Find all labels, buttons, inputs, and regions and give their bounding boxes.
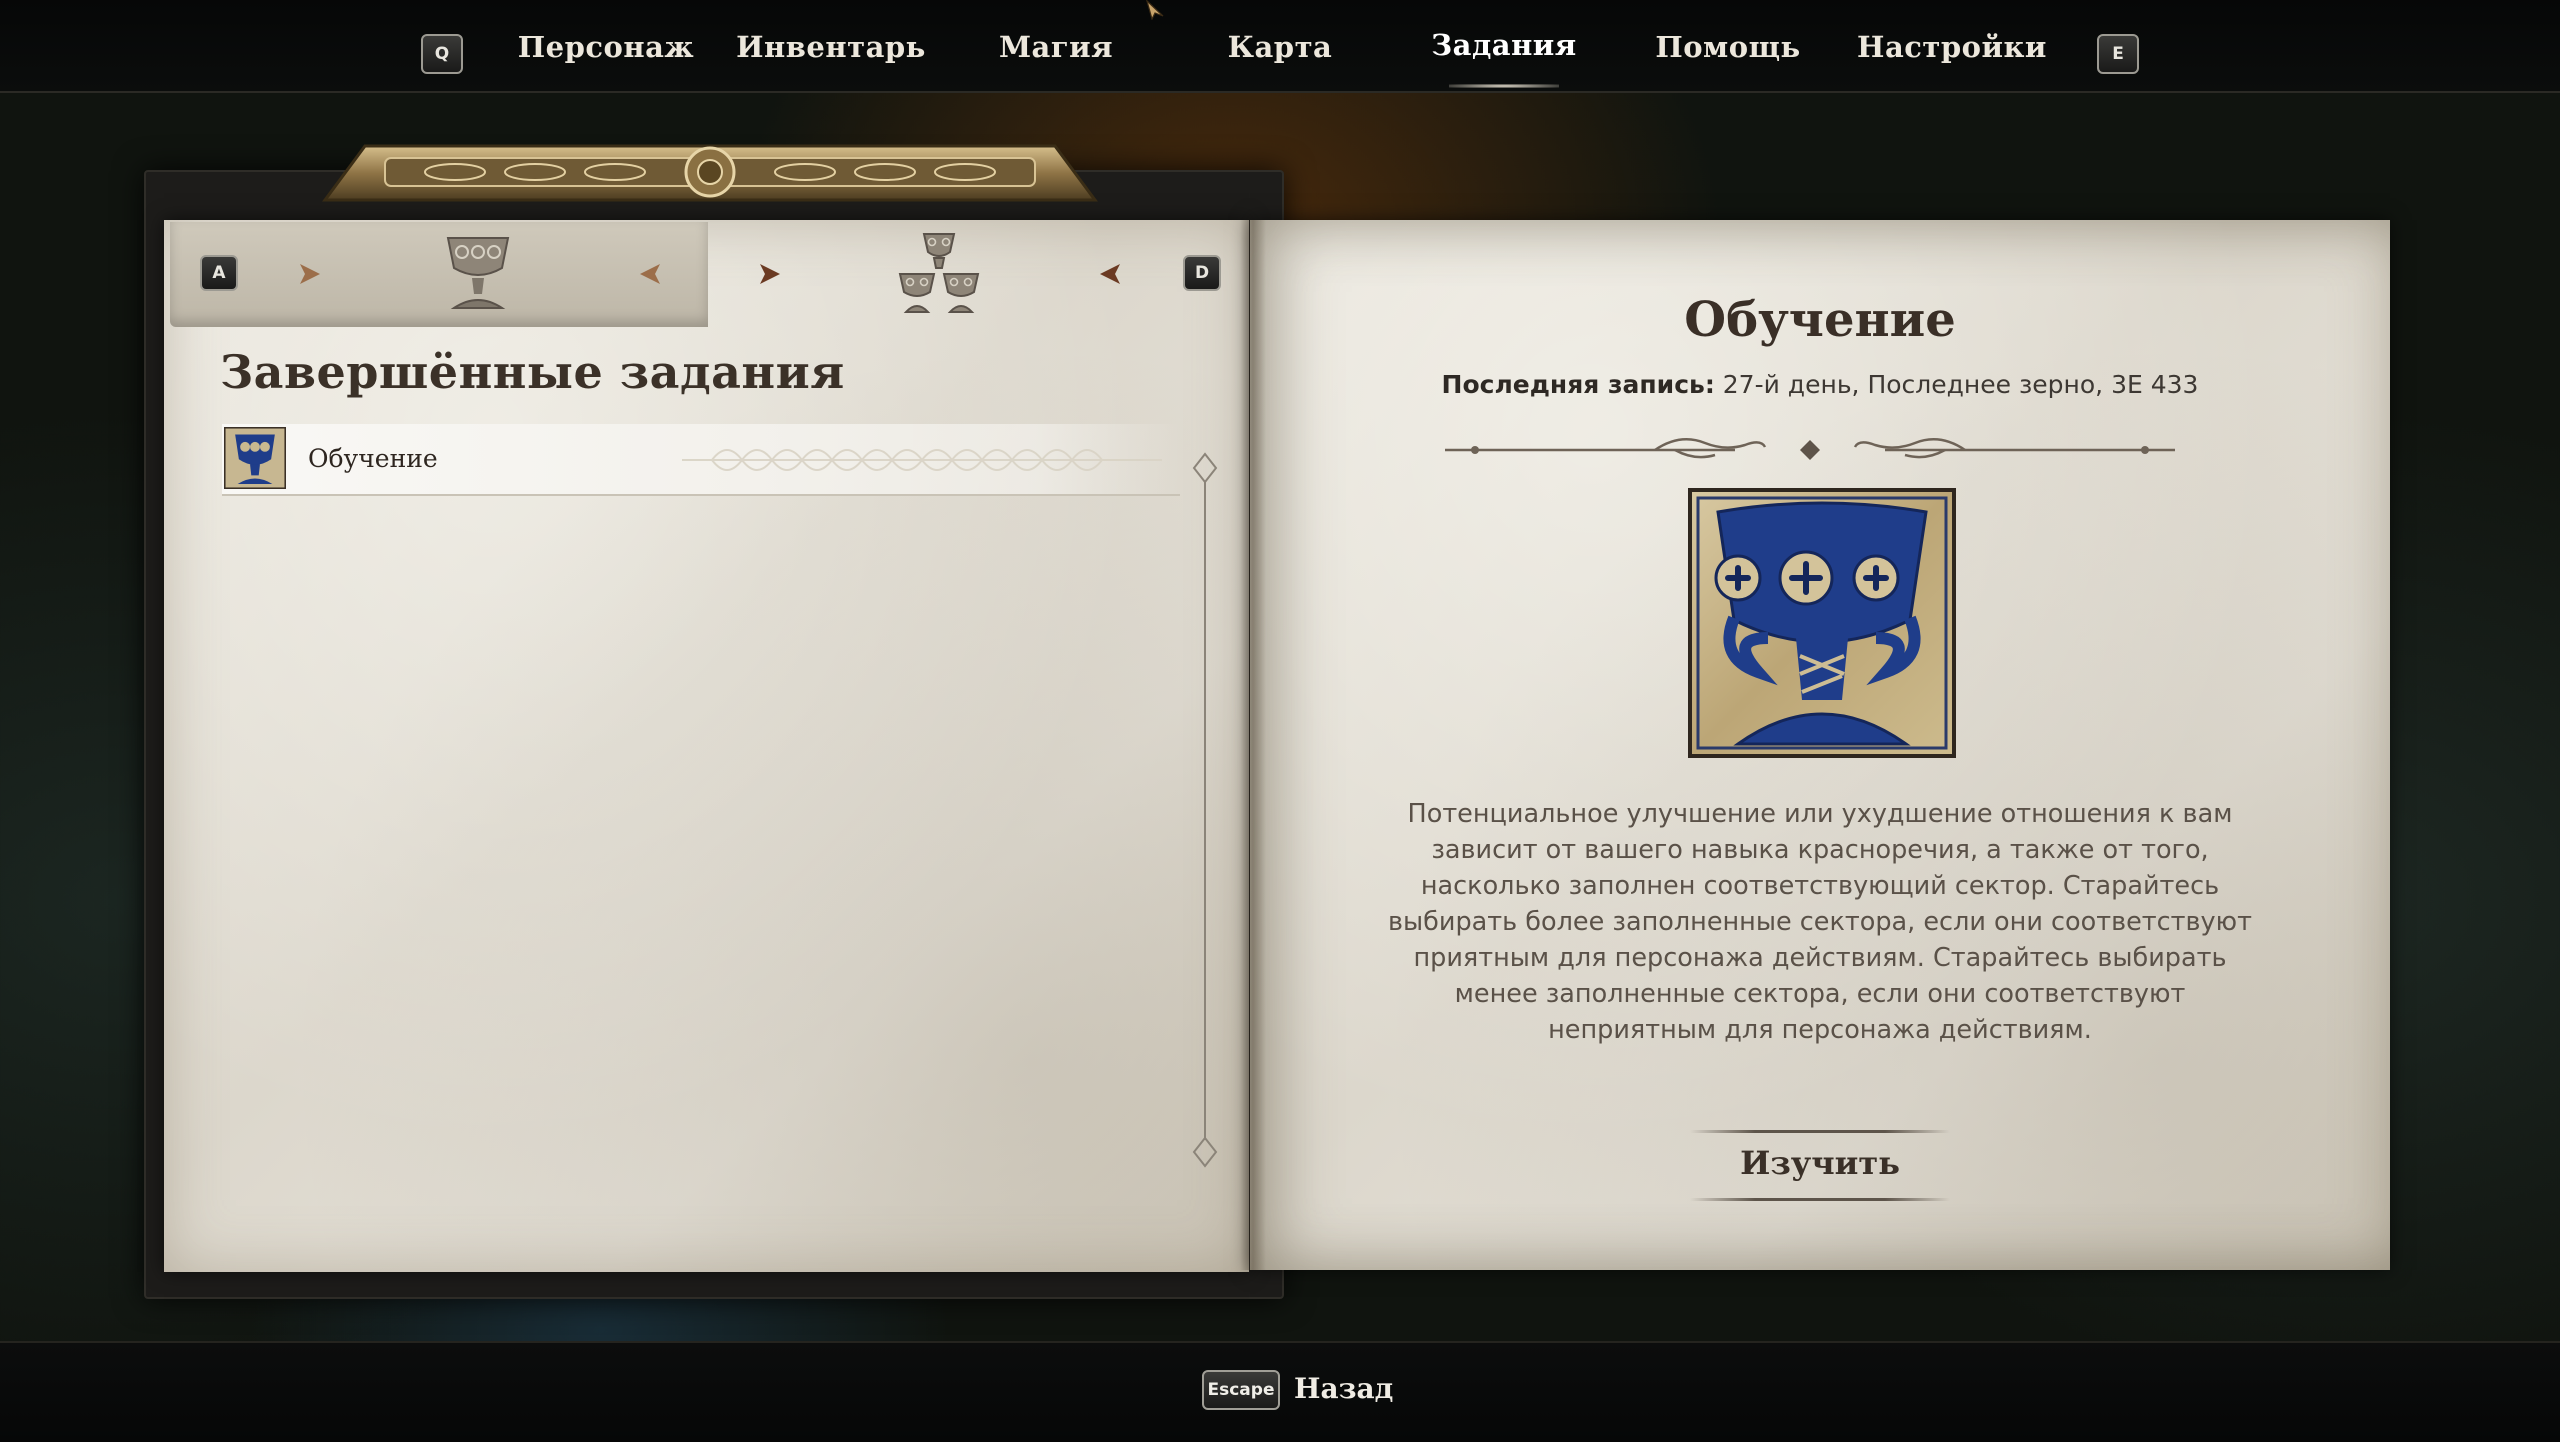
single-chalice-icon: [446, 237, 510, 309]
study-button-top-rule: [1690, 1130, 1950, 1133]
nav-tab-magic[interactable]: Магия: [956, 30, 1156, 80]
nav-tab-help[interactable]: Помощь: [1628, 30, 1828, 80]
quest-list-item-label: Обучение: [308, 444, 438, 473]
nav-tab-label: Задания: [1431, 28, 1577, 62]
nav-tab-map[interactable]: Карта: [1180, 30, 1380, 80]
back-button-label[interactable]: Назад: [1294, 1372, 1393, 1405]
section-title: Завершённые задания: [220, 345, 845, 399]
nav-tab-inventory[interactable]: Инвентарь: [731, 30, 931, 80]
study-button-label: Изучить: [1740, 1144, 1900, 1182]
blue-chalice-icon: [1688, 488, 1956, 758]
escape-key[interactable]: Escape: [1202, 1370, 1280, 1410]
nav-tab-quests[interactable]: Задания: [1404, 28, 1604, 88]
nav-tab-label: Настройки: [1857, 30, 2047, 64]
nav-tab-label: Карта: [1227, 30, 1333, 64]
quest-detail-title: Обучение: [1684, 292, 1956, 348]
last-entry-label: Последняя запись:: [1441, 370, 1715, 399]
tab-arrow-right-icon: [760, 264, 780, 284]
next-tab-key-e[interactable]: E: [2097, 34, 2139, 74]
top-navigation-bar: Q Персонаж Инвентарь Магия Карта Задания…: [0, 0, 2560, 93]
nav-tab-label: Помощь: [1655, 30, 1801, 64]
bottom-hint-bar: [0, 1341, 2560, 1442]
ornamental-divider: [1445, 438, 2175, 460]
tab-arrow-left-icon: [1100, 264, 1120, 284]
tab-arrow-left-icon: [640, 264, 660, 284]
nav-tab-label: Инвентарь: [736, 30, 926, 64]
quest-last-entry: Последняя запись: 27-й день, Последнее з…: [1370, 370, 2270, 399]
book-spine: [1240, 220, 1266, 1270]
tab-completed-quests[interactable]: [170, 222, 708, 327]
next-category-key-d[interactable]: D: [1183, 255, 1221, 291]
last-entry-value: 27-й день, Последнее зерно, 3Е 433: [1722, 370, 2199, 399]
fern-ornament: [682, 449, 1162, 471]
prev-category-key-a[interactable]: A: [200, 255, 238, 291]
active-tab-underline: [1449, 84, 1559, 88]
nav-tab-label: Персонаж: [517, 30, 695, 64]
stacked-chalices-icon: [898, 233, 980, 313]
tab-arrow-right-icon: [300, 264, 320, 284]
ornate-book-clasp: [322, 144, 1098, 202]
quest-description: Потенциальное улучшение или ухудшение от…: [1388, 799, 2252, 1045]
nav-tab-label: Магия: [998, 30, 1114, 64]
study-button[interactable]: Изучить: [1690, 1130, 1950, 1202]
quest-list-scrollbar[interactable]: [1190, 450, 1220, 1170]
nav-tab-settings[interactable]: Настройки: [1852, 30, 2052, 80]
prev-tab-key-q[interactable]: Q: [421, 34, 463, 74]
study-button-bottom-rule: [1690, 1198, 1950, 1201]
blue-chalice-icon: [224, 427, 286, 489]
quest-list-item[interactable]: Обучение: [222, 424, 1180, 496]
mouse-cursor-icon: [1146, 0, 1164, 20]
nav-tab-character[interactable]: Персонаж: [506, 30, 706, 80]
